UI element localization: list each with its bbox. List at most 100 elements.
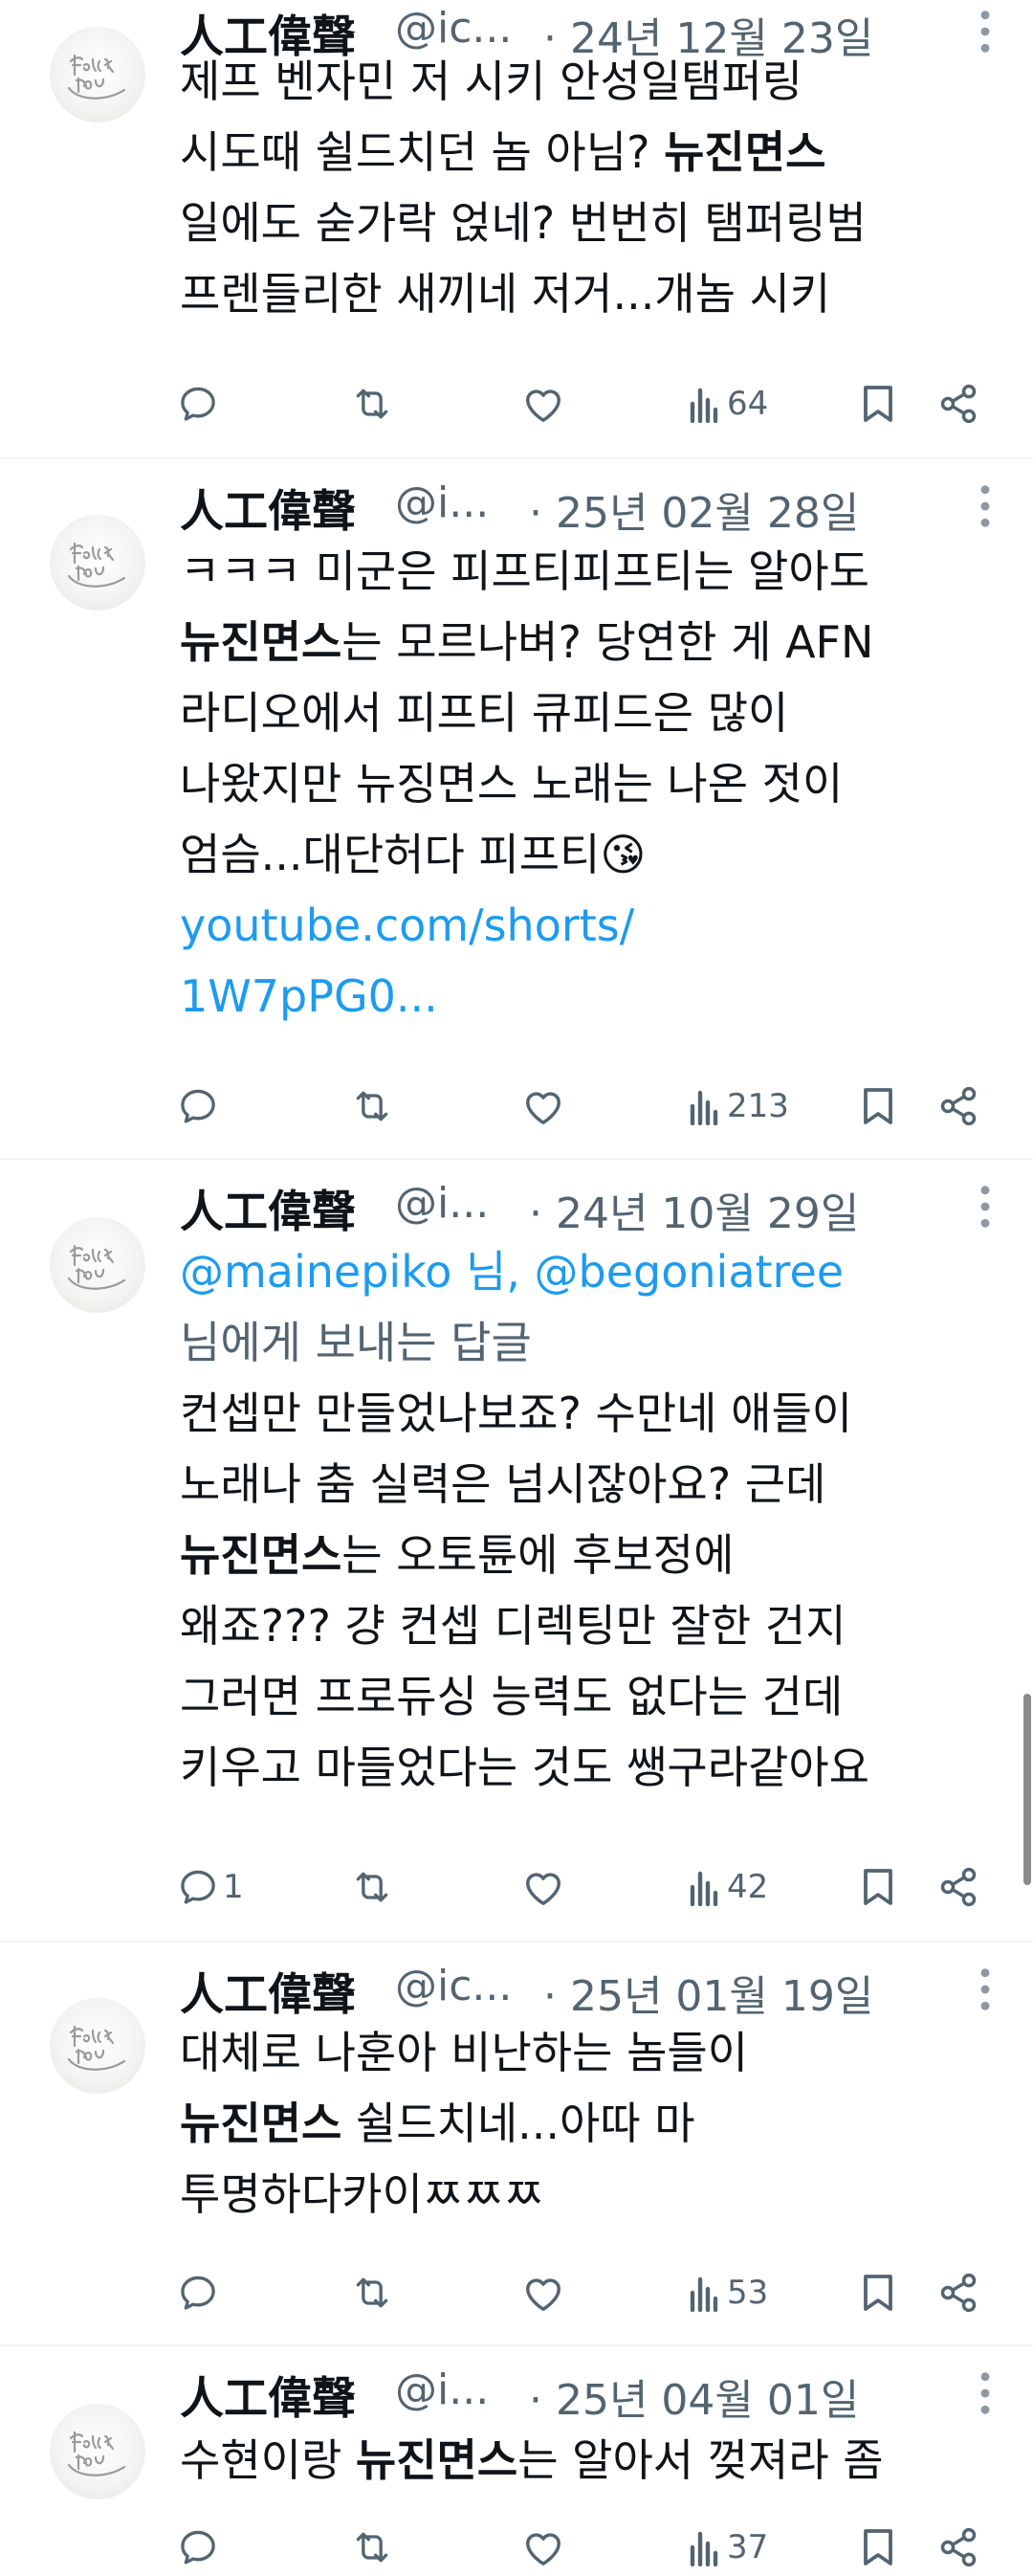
tweet-text: ㅋㅋㅋ 미군은 피프티피프티는 알아도 뉴진면스는 모르나벼? 당연한 게 AFN… [180, 536, 1002, 1032]
like-button[interactable] [521, 1077, 565, 1135]
link-text[interactable]: 1W7pPG0... [180, 970, 438, 1022]
bookmark-icon [864, 2275, 892, 2311]
author-handle[interactable]: @i... [395, 478, 489, 527]
keyword-bold: 뉴진면스 [180, 1529, 342, 1581]
tweet-divider [0, 1158, 1033, 1160]
avatar-icon [67, 1244, 126, 1290]
author-name[interactable]: 人工偉聲 [180, 2364, 356, 2427]
views-icon [690, 1090, 718, 1125]
bookmark-button[interactable] [861, 1858, 895, 1916]
retweet-button[interactable] [348, 375, 396, 433]
share-icon [940, 384, 977, 424]
like-button[interactable] [521, 375, 565, 433]
views-button[interactable]: 213 [689, 1077, 789, 1135]
bookmark-icon [864, 386, 892, 422]
more-icon[interactable] [976, 482, 1014, 530]
retweet-icon [356, 389, 388, 419]
avatar[interactable] [50, 515, 145, 611]
views-button[interactable]: 42 [689, 1858, 768, 1916]
text-line: 그러면 프로듀싱 능력도 없다는 건데 [180, 1661, 1002, 1732]
action-bar: 37 [0, 2519, 1033, 2576]
tweet-date[interactable]: · 25년 02월 28일 [529, 478, 859, 540]
action-bar: 53 [0, 2264, 1033, 2321]
retweet-button[interactable] [348, 2519, 396, 2576]
like-button[interactable] [521, 2519, 565, 2576]
share-button[interactable] [937, 2519, 979, 2576]
text-line: 대체로 나훈아 비난하는 놈들이 [180, 2017, 1002, 2088]
avatar[interactable] [50, 1217, 145, 1313]
link-text[interactable]: @mainepiko 님, @begoniatree [180, 1246, 844, 1298]
tweet-header: 人工偉聲 @i... · 25년 04월 01일 [180, 2364, 1033, 2425]
author-handle[interactable]: @i... [395, 2365, 489, 2414]
text-segment: 일에도 숟가락 얹네? 번번히 탬퍼링범 [180, 197, 867, 249]
reply-icon [181, 2276, 215, 2310]
like-icon [526, 1092, 560, 1124]
share-button[interactable] [937, 375, 979, 433]
avatar-icon [67, 54, 126, 100]
share-button[interactable] [937, 1077, 979, 1135]
like-button[interactable] [521, 1858, 565, 1916]
views-count: 53 [727, 2274, 769, 2312]
retweet-button[interactable] [348, 1077, 396, 1135]
reply-icon [181, 2530, 215, 2565]
avatar[interactable] [50, 1998, 145, 2094]
more-icon[interactable] [976, 1965, 1014, 2013]
scrollbar-thumb[interactable] [1023, 1694, 1031, 1885]
tweet-header: 人工偉聲 @i... · 25년 02월 28일 [180, 477, 1033, 538]
author-name[interactable]: 人工偉聲 [180, 1177, 356, 1240]
tweet-date[interactable]: · 25년 01월 19일 [543, 1962, 873, 2023]
avatar[interactable] [50, 2404, 145, 2499]
tweet-date[interactable]: · 25년 04월 01일 [529, 2365, 859, 2427]
views-button[interactable]: 37 [689, 2519, 768, 2576]
views-button[interactable]: 64 [689, 375, 768, 433]
share-button[interactable] [937, 2264, 979, 2321]
share-button[interactable] [937, 1858, 979, 1916]
link-text[interactable]: youtube.com/shorts/ [180, 899, 634, 951]
author-handle[interactable]: @i... [395, 1179, 489, 1228]
reply-icon [181, 1870, 215, 1904]
text-segment: 엄슴...대단허다 피프티😘 [180, 829, 647, 880]
text-segment: 그러면 프로듀싱 능력도 없다는 건데 [180, 1671, 844, 1722]
retweet-button[interactable] [348, 2264, 396, 2321]
like-button[interactable] [521, 2264, 565, 2321]
share-icon [940, 1867, 977, 1907]
reply-button[interactable]: 1 [177, 1858, 244, 1916]
text-line: 나왔지만 뉴징면스 노래는 나온 젓이 [180, 748, 1002, 819]
action-bar: 213 [0, 1077, 1033, 1135]
reply-button[interactable] [177, 1077, 223, 1135]
bookmark-button[interactable] [861, 2519, 895, 2576]
action-bar: 64 [0, 375, 1033, 433]
views-icon [690, 2531, 718, 2566]
reply-button[interactable] [177, 2264, 223, 2321]
author-name[interactable]: 人工偉聲 [180, 1960, 356, 2023]
text-segment: 라디오에서 피프티 큐피드은 많이 [180, 687, 789, 739]
tweet-text: @mainepiko 님, @begoniatree 님에게 보내는 답글 컨셉만 … [180, 1236, 1002, 1803]
reply-button[interactable] [177, 2519, 223, 2576]
views-button[interactable]: 53 [689, 2264, 768, 2321]
views-count: 64 [727, 385, 769, 423]
tweet-date[interactable]: · 24년 10월 29일 [529, 1179, 859, 1240]
bookmark-button[interactable] [861, 375, 895, 433]
author-name[interactable]: 人工偉聲 [180, 477, 356, 540]
text-line: 엄슴...대단허다 피프티😘 [180, 819, 1002, 890]
text-line: 노래나 춤 실력은 넘시잖아요? 근데 [180, 1449, 1002, 1520]
more-icon[interactable] [976, 2369, 1014, 2417]
text-segment: ㅋㅋㅋ 미군은 피프티피프티는 알아도 [180, 545, 869, 597]
more-icon[interactable] [976, 1183, 1014, 1231]
views-count: 213 [727, 1087, 789, 1125]
share-icon [940, 2527, 977, 2567]
views-count: 42 [727, 1868, 769, 1906]
bookmark-button[interactable] [861, 1077, 895, 1135]
reply-button[interactable] [177, 375, 223, 433]
avatar[interactable] [50, 27, 145, 122]
retweet-button[interactable] [348, 1858, 396, 1916]
author-handle[interactable]: @ic... [395, 1962, 512, 2010]
text-segment: 프렌들리한 새끼네 저거...개놈 시키 [180, 268, 831, 320]
bookmark-icon [864, 1088, 892, 1124]
retweet-icon [356, 1872, 388, 1902]
reply-context: 님에게 보내는 답글 [180, 1317, 532, 1368]
tweet-text: 대체로 나훈아 비난하는 놈들이 뉴진면스 쉴드치네...아따 마 투명하다카이ㅉㅉ… [180, 2017, 1002, 2230]
text-segment: 노래나 춤 실력은 넘시잖아요? 근데 [180, 1458, 826, 1510]
keyword-bold: 뉴진면스 [180, 2098, 342, 2149]
bookmark-button[interactable] [861, 2264, 895, 2321]
